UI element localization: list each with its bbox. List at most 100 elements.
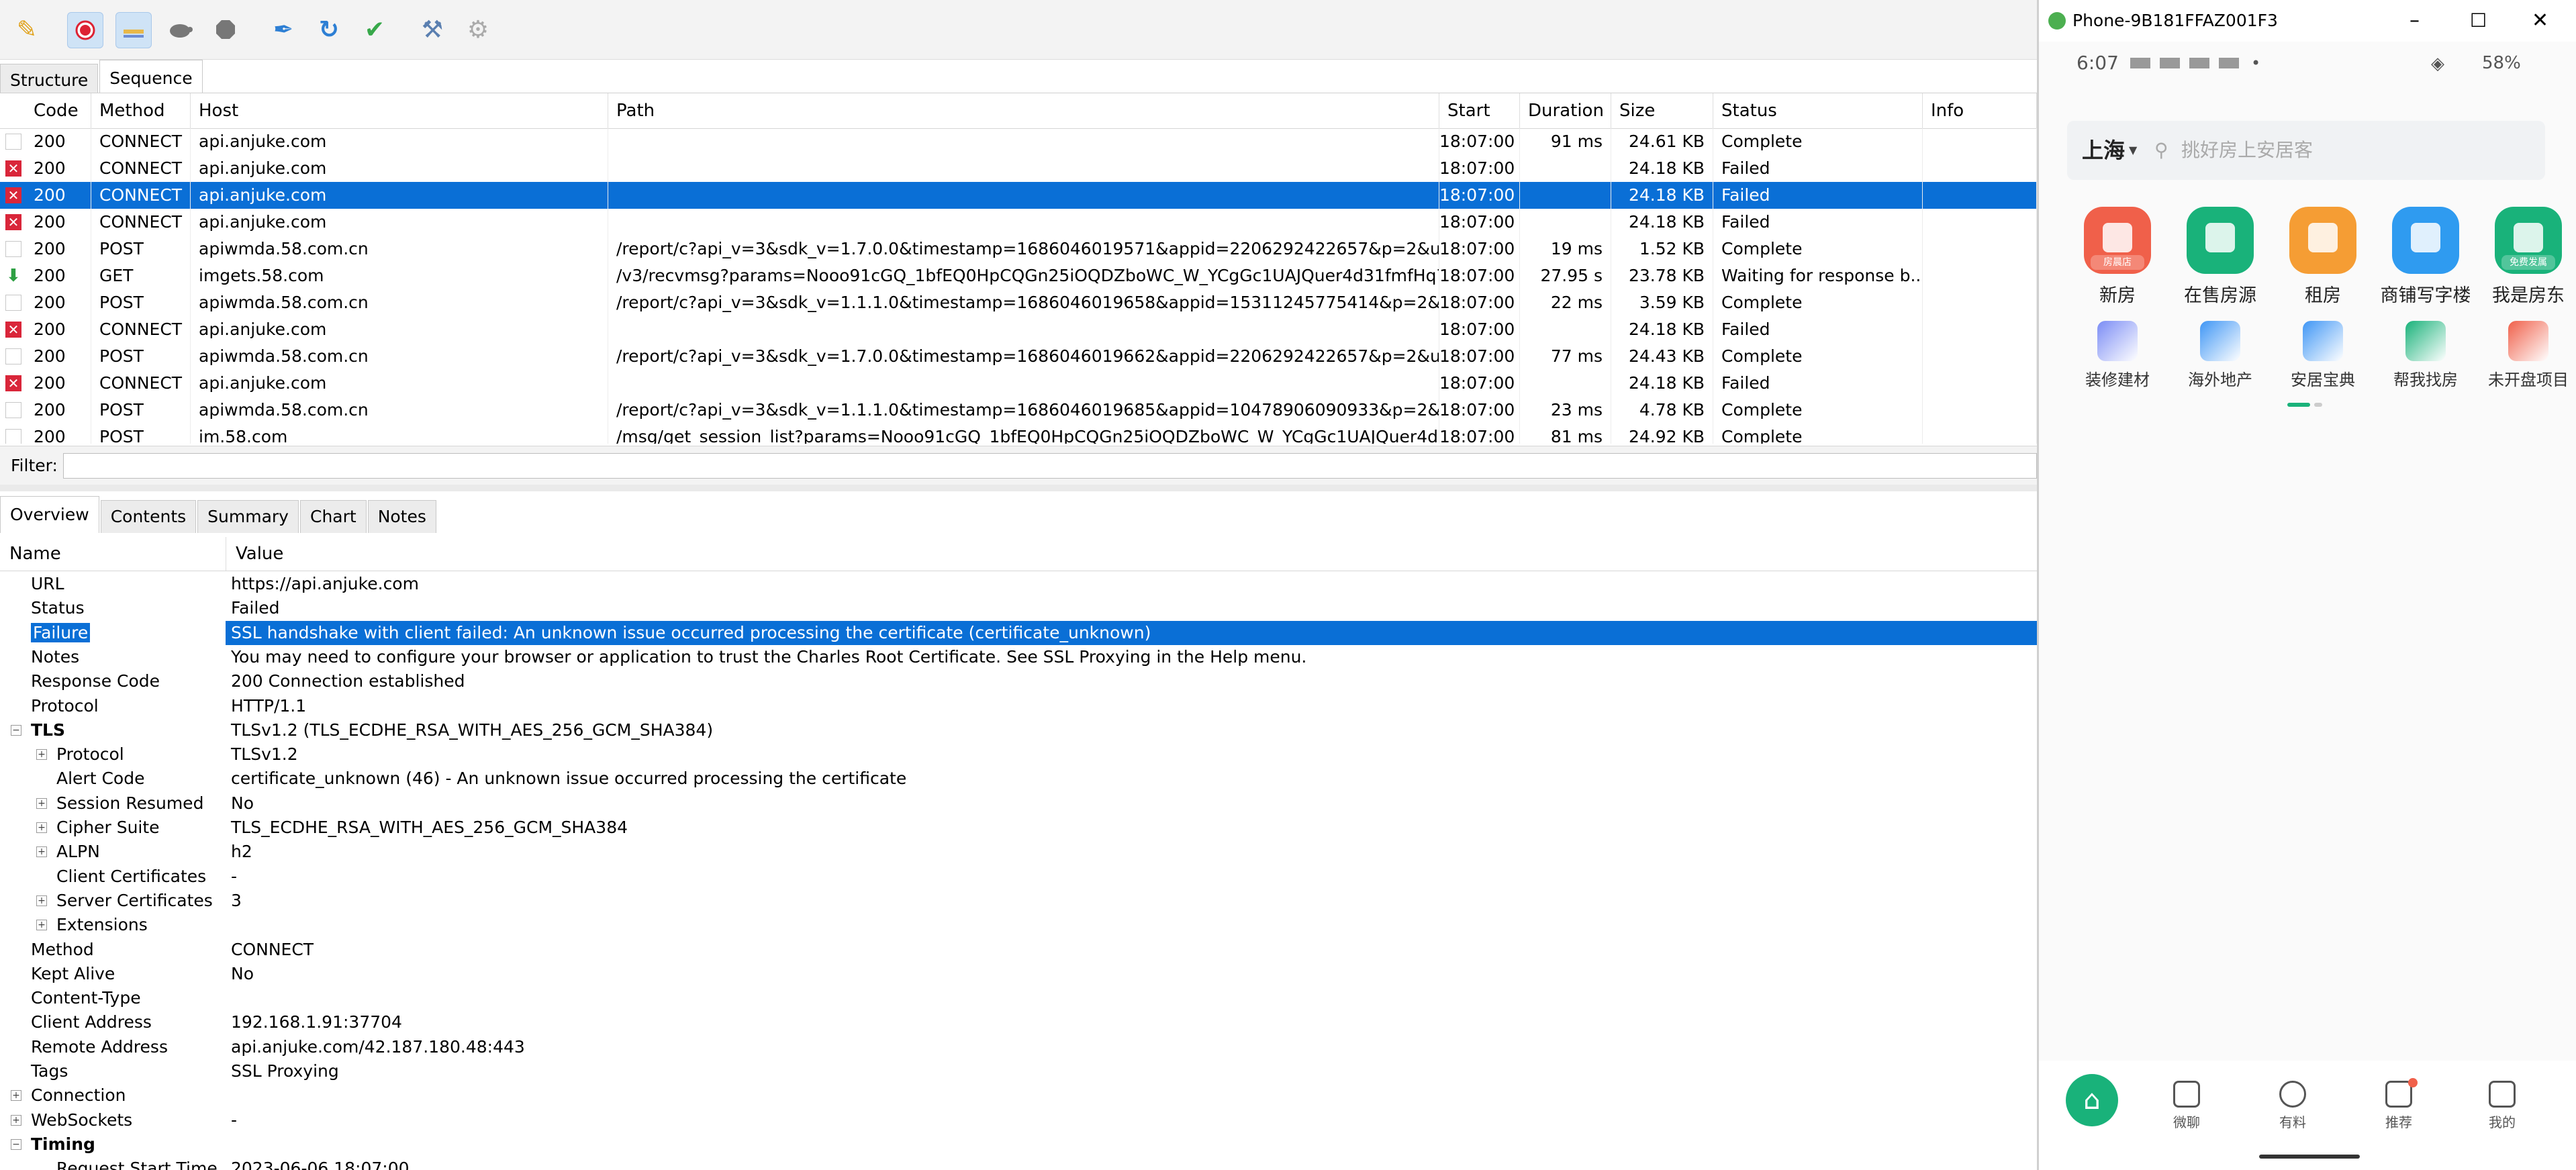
value-column-header[interactable]: Value [226, 537, 283, 571]
expand-icon[interactable]: + [11, 1090, 21, 1102]
overview-row[interactable]: Response Code 200 Connection established [0, 669, 2037, 693]
broom-clear-icon[interactable]: ✎ [9, 12, 44, 47]
overview-row[interactable]: Content-Type [0, 986, 2037, 1010]
table-row[interactable]: ✕ 200 CONNECT api.anjuke.com 18:07:00 24.18 K… [0, 316, 2037, 343]
record-button[interactable] [67, 12, 103, 48]
expand-icon[interactable]: + [36, 846, 47, 858]
shortcut-label[interactable]: 未开盘项目 [2478, 367, 2576, 390]
overview-row[interactable]: Notes You may need to configure your brow… [0, 645, 2037, 669]
tab-sequence[interactable]: Sequence [99, 60, 203, 97]
overview-row[interactable]: Failure SSL handshake with client failed:… [0, 620, 2037, 645]
overview-row[interactable]: Tags SSL Proxying [0, 1059, 2037, 1083]
close-icon[interactable]: ✕ [2532, 0, 2548, 42]
col-info[interactable]: Info [1923, 93, 2037, 128]
overview-row[interactable]: + Server Certificates 3 [0, 889, 2037, 913]
tab-chart[interactable]: Chart [299, 500, 367, 533]
overview-row[interactable]: + ALPN h2 [0, 840, 2037, 864]
collapse-icon[interactable]: − [11, 724, 21, 736]
col-code[interactable]: Code [0, 93, 91, 128]
app-icon-4[interactable]: 免费发属 [2495, 207, 2562, 274]
pen-compose-icon[interactable]: ✒ [266, 12, 301, 47]
shortcut-icon-3[interactable] [2405, 321, 2446, 361]
col-start[interactable]: Start [1439, 93, 1520, 128]
minimize-icon[interactable]: – [2410, 0, 2420, 42]
shortcut-icon-1[interactable] [2200, 321, 2240, 361]
expand-icon[interactable]: + [36, 797, 47, 809]
col-size[interactable]: Size [1611, 93, 1713, 128]
app-icon-3[interactable] [2392, 207, 2459, 274]
overview-row[interactable]: + Session Resumed No [0, 791, 2037, 816]
shortcut-label[interactable]: 海外地产 [2170, 367, 2271, 390]
overview-row[interactable]: Remote Address api.anjuke.com/42.187.180.… [0, 1035, 2037, 1059]
table-row[interactable]: 200 CONNECT api.anjuke.com 18:07:00 91 ms 24.… [0, 128, 2037, 155]
city-selector[interactable]: 上海 [2082, 121, 2125, 180]
app-label[interactable]: 在售房源 [2170, 281, 2271, 307]
overview-row[interactable]: + Cipher Suite TLS_ECDHE_RSA_WITH_AES_256_… [0, 816, 2037, 840]
overview-row[interactable]: Kept Alive No [0, 962, 2037, 986]
col-duration[interactable]: Duration [1520, 93, 1611, 128]
table-row[interactable]: 200 POST apiwmda.58.com.cn/report/c?api_v=… [0, 397, 2037, 424]
collapse-icon[interactable]: − [11, 1138, 21, 1150]
col-path[interactable]: Path [608, 93, 1439, 128]
expand-icon[interactable]: + [36, 822, 47, 833]
tab-notes[interactable]: Notes [367, 500, 436, 533]
throttle-button[interactable] [115, 12, 152, 48]
app-label[interactable]: 我是房东 [2478, 281, 2576, 307]
col-method[interactable]: Method [91, 93, 191, 128]
shortcut-icon-0[interactable] [2097, 321, 2138, 361]
overview-row[interactable]: Client Certificates - [0, 865, 2037, 889]
overview-row[interactable]: + Protocol TLSv1.2 [0, 742, 2037, 767]
table-row[interactable]: ⬇ 200 GET imgets.58.com/v3/recvmsg?params=N… [0, 262, 2037, 289]
app-label[interactable]: 商铺写字楼 [2375, 281, 2476, 307]
name-column-header[interactable]: Name [0, 537, 61, 571]
table-row[interactable]: 200 POST apiwmda.58.com.cn/report/c?api_v=… [0, 343, 2037, 370]
overview-row[interactable]: − Timing [0, 1132, 2037, 1157]
overview-row[interactable]: URL https://api.anjuke.com [0, 572, 2037, 596]
app-icon-0[interactable]: 房晨店 [2084, 207, 2151, 274]
overview-row[interactable]: Protocol HTTP/1.1 [0, 694, 2037, 718]
shortcut-icon-2[interactable] [2303, 321, 2343, 361]
nav-item-recommend[interactable]: 推荐 [2358, 1078, 2439, 1131]
overview-row[interactable]: Alert Code certificate_unknown (46) - An … [0, 767, 2037, 791]
filter-input[interactable] [63, 453, 2037, 479]
table-row[interactable]: ✕ 200 CONNECT api.anjuke.com 18:07:00 24.18 K… [0, 370, 2037, 397]
app-label[interactable]: 新房 [2067, 281, 2168, 307]
tab-summary[interactable]: Summary [197, 500, 299, 533]
overview-row[interactable]: Method CONNECT [0, 938, 2037, 962]
expand-icon[interactable]: + [36, 749, 47, 761]
settings-gear-icon[interactable]: ⚙ [461, 12, 495, 47]
col-status[interactable]: Status [1713, 93, 1923, 128]
nav-item-profile[interactable]: 我的 [2462, 1081, 2542, 1131]
overview-row[interactable]: Request Start Time 2023-06-06 18:07:00 [0, 1157, 2037, 1170]
search-input[interactable]: 挑好房上安居客 [2181, 121, 2313, 180]
nav-item-chat[interactable]: 微聊 [2146, 1081, 2227, 1131]
table-row[interactable]: ✕ 200 CONNECT api.anjuke.com 18:07:00 24.18 K… [0, 155, 2037, 182]
refresh-icon[interactable]: ↻ [312, 12, 346, 47]
table-row[interactable]: ✕ 200 CONNECT api.anjuke.com 18:07:00 24.18 K… [0, 182, 2037, 209]
search-bar[interactable]: 上海 ▼ ⚲ 挑好房上安居客 [2067, 121, 2545, 180]
app-icon-2[interactable] [2289, 207, 2356, 274]
shortcut-label[interactable]: 帮我找房 [2375, 367, 2476, 390]
home-icon[interactable]: ⌂ [2066, 1074, 2118, 1126]
overview-row[interactable]: + WebSockets - [0, 1108, 2037, 1132]
overview-row[interactable]: − TLS TLSv1.2 (TLS_ECDHE_RSA_WITH_AES_256_… [0, 718, 2037, 742]
tab-overview[interactable]: Overview [0, 496, 99, 533]
nav-item-discover[interactable]: 有料 [2252, 1081, 2333, 1131]
overview-row[interactable]: + Connection [0, 1083, 2037, 1108]
split-divider[interactable] [0, 485, 2037, 491]
tab-contents[interactable]: Contents [100, 500, 197, 533]
expand-icon[interactable]: + [36, 895, 47, 906]
validate-check-icon[interactable]: ✔ [357, 12, 392, 47]
app-icon-1[interactable] [2187, 207, 2254, 274]
table-row[interactable]: 200 POST apiwmda.58.com.cn/report/c?api_v=… [0, 236, 2037, 262]
shortcut-label[interactable]: 装修建材 [2067, 367, 2168, 390]
table-row[interactable]: 200 POST apiwmda.58.com.cn/report/c?api_v=… [0, 289, 2037, 316]
tab-structure[interactable]: Structure [0, 64, 99, 97]
turtle-icon[interactable] [162, 12, 197, 47]
overview-row[interactable]: Client Address 192.168.1.91:37704 [0, 1010, 2037, 1034]
overview-row[interactable]: Status Failed [0, 596, 2037, 620]
col-host[interactable]: Host [191, 93, 608, 128]
table-row[interactable]: 200 POST im.58.com/msg/get_session_list?pa… [0, 424, 2037, 444]
expand-icon[interactable]: + [11, 1114, 21, 1126]
table-row[interactable]: ✕ 200 CONNECT api.anjuke.com 18:07:00 24.18 K… [0, 209, 2037, 236]
